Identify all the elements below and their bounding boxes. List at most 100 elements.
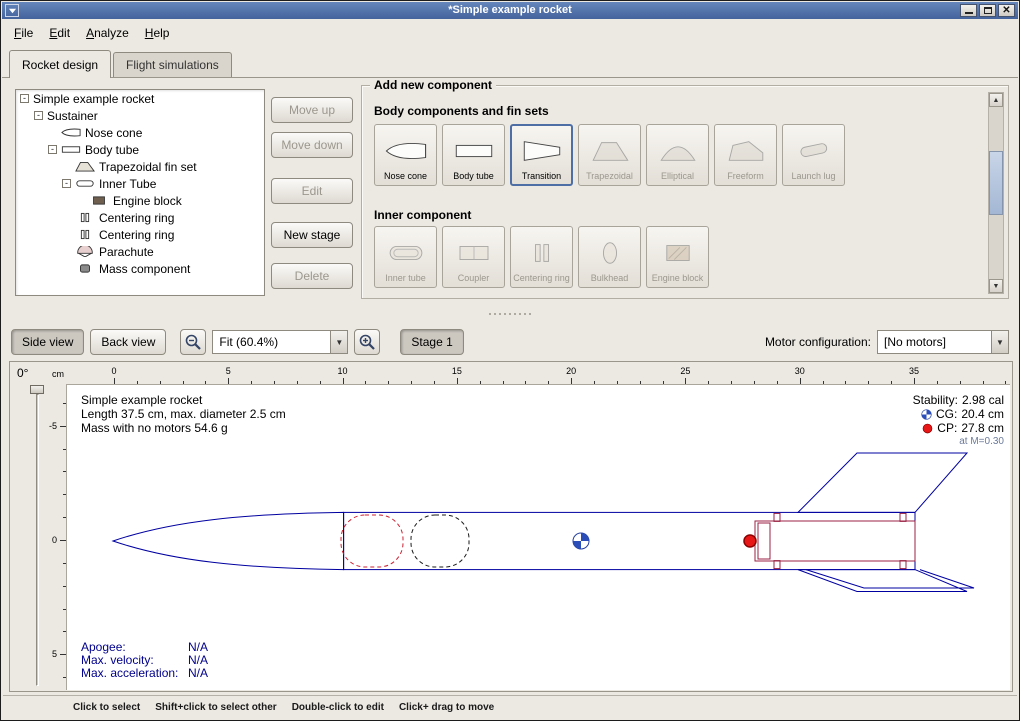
- tree-item-inner-tube[interactable]: -Inner Tube: [16, 175, 264, 192]
- stage-1-button[interactable]: Stage 1: [400, 329, 463, 355]
- component-button-elliptical[interactable]: Elliptical: [646, 124, 709, 186]
- scroll-up-icon[interactable]: ▲: [989, 93, 1003, 107]
- component-button-launch-lug[interactable]: Launch lug: [782, 124, 845, 186]
- component-button-centering-ring[interactable]: Centering ring: [510, 226, 573, 288]
- add-component-panel: Add new component Body components and fi…: [361, 85, 1009, 299]
- scrollbar-thumb[interactable]: [989, 151, 1003, 215]
- launchlug-icon: [791, 129, 837, 172]
- component-button-transition[interactable]: Transition: [510, 124, 573, 186]
- status-hint: Shift+click to select other: [155, 702, 276, 713]
- new-stage-button[interactable]: New stage: [271, 222, 353, 248]
- finset-icon: [75, 161, 95, 172]
- zoom-in-button[interactable]: [354, 329, 380, 355]
- component-button-engine-block[interactable]: Engine block: [646, 226, 709, 288]
- centering-ring-front-top: [774, 513, 780, 521]
- cp-row: CP: 27.8 cm: [913, 421, 1004, 435]
- zoom-in-icon: [358, 333, 376, 351]
- rotation-slider[interactable]: [36, 394, 39, 686]
- tree-item-label: Sustainer: [47, 109, 98, 123]
- ruler-number: 10: [338, 366, 348, 376]
- ruler-unit-label: cm: [52, 369, 64, 379]
- component-button-coupler[interactable]: Coupler: [442, 226, 505, 288]
- cp-marker: [744, 535, 756, 547]
- tree-expander-icon[interactable]: -: [48, 145, 57, 154]
- tab-flight-simulations[interactable]: Flight simulations: [113, 52, 232, 77]
- tree-item-simple-example-rocket[interactable]: -Simple example rocket: [16, 90, 264, 107]
- ruler-number: 5: [52, 649, 57, 659]
- edit-button[interactable]: Edit: [271, 178, 353, 204]
- tree-item-nose-cone[interactable]: Nose cone: [16, 124, 264, 141]
- move-up-button[interactable]: Move up: [271, 97, 353, 123]
- scroll-down-icon[interactable]: ▼: [989, 279, 1003, 293]
- close-button[interactable]: ✕: [998, 4, 1015, 17]
- title-bar[interactable]: *Simple example rocket ✕: [2, 2, 1018, 19]
- delete-button[interactable]: Delete: [271, 263, 353, 289]
- tree-item-label: Parachute: [99, 245, 154, 259]
- tree-item-engine-block[interactable]: Engine block: [16, 192, 264, 209]
- flight-row-max-acceleration: Max. acceleration:N/A: [81, 667, 208, 680]
- minimize-button[interactable]: [960, 4, 977, 17]
- status-hint: Click+ drag to move: [399, 702, 494, 713]
- tree-item-centering-ring[interactable]: Centering ring: [16, 209, 264, 226]
- freeform-icon: [723, 129, 769, 172]
- component-button-body-tube[interactable]: Body tube: [442, 124, 505, 186]
- engineblock-icon: [89, 195, 109, 206]
- vertical-ruler: -505: [48, 384, 66, 690]
- tree-item-label: Trapezoidal fin set: [99, 160, 197, 174]
- tree-item-centering-ring[interactable]: Centering ring: [16, 226, 264, 243]
- chevron-down-icon[interactable]: ▼: [991, 331, 1008, 353]
- tree-item-trapezoidal-fin-set[interactable]: Trapezoidal fin set: [16, 158, 264, 175]
- maximize-button[interactable]: [979, 4, 996, 17]
- tree-item-label: Centering ring: [99, 211, 174, 225]
- window-title: *Simple example rocket: [2, 4, 1018, 16]
- bodytube-icon: [61, 144, 81, 155]
- component-button-trapezoidal[interactable]: Trapezoidal: [578, 124, 641, 186]
- menu-file[interactable]: File: [6, 22, 41, 44]
- motor-config-select[interactable]: [No motors] ▼: [877, 330, 1009, 354]
- menu-help[interactable]: Help: [137, 22, 178, 44]
- component-button-nose-cone[interactable]: Nose cone: [374, 124, 437, 186]
- tree-item-mass-component[interactable]: Mass component: [16, 260, 264, 277]
- fin-upper-shape: [798, 453, 967, 512]
- tree-expander-icon[interactable]: -: [62, 179, 71, 188]
- zoom-select[interactable]: Fit (60.4%) ▼: [212, 330, 348, 354]
- menu-analyze[interactable]: Analyze: [78, 22, 137, 44]
- component-scrollbar[interactable]: ▲ ▼: [988, 92, 1004, 294]
- rotation-slider-handle[interactable]: [30, 385, 44, 394]
- rocket-name-line: Simple example rocket: [81, 393, 286, 407]
- coupler-icon: [451, 231, 497, 274]
- tree-item-body-tube[interactable]: - Body tube: [16, 141, 264, 158]
- ruler-number: 5: [226, 366, 231, 376]
- tree-item-label: Body tube: [85, 143, 139, 157]
- component-button-inner-tube[interactable]: Inner tube: [374, 226, 437, 288]
- tree-item-sustainer[interactable]: -Sustainer: [16, 107, 264, 124]
- back-view-button[interactable]: Back view: [90, 329, 166, 355]
- move-down-button[interactable]: Move down: [271, 132, 353, 158]
- rocket-figure-panel: 0° cm 05101520253035 -505: [9, 361, 1013, 692]
- tree-item-parachute[interactable]: Parachute: [16, 243, 264, 260]
- chevron-down-icon[interactable]: ▼: [330, 331, 347, 353]
- cg-value: 20.4 cm: [961, 407, 1004, 421]
- splitter-handle[interactable]: [1, 308, 1019, 320]
- tree-expander-icon[interactable]: -: [20, 94, 29, 103]
- centeringring-icon: [75, 229, 95, 240]
- rocket-mass-line: Mass with no motors 54.6 g: [81, 421, 286, 435]
- tree-expander-icon[interactable]: -: [34, 111, 43, 120]
- zoom-out-icon: [184, 333, 202, 351]
- menu-edit[interactable]: Edit: [41, 22, 78, 44]
- component-button-bulkhead[interactable]: Bulkhead: [578, 226, 641, 288]
- add-component-title: Add new component: [370, 78, 496, 92]
- mach-label: at M=0.30: [913, 435, 1004, 449]
- tree-item-label: Centering ring: [99, 228, 174, 242]
- nosecone-icon: [383, 129, 429, 172]
- centering-ring-front-bottom: [774, 561, 780, 569]
- component-button-label: Coupler: [458, 274, 490, 284]
- zoom-out-button[interactable]: [180, 329, 206, 355]
- rocket-canvas[interactable]: Simple example rocket Length 37.5 cm, ma…: [66, 384, 1010, 690]
- nose-cone-shape: [113, 512, 344, 569]
- side-view-button[interactable]: Side view: [11, 329, 84, 355]
- design-tree[interactable]: -Simple example rocket-SustainerNose con…: [15, 89, 265, 296]
- stability-info: Stability: 2.98 cal CG: 20.4 cm CP: 27.8…: [913, 393, 1004, 449]
- tab-rocket-design[interactable]: Rocket design: [9, 50, 111, 78]
- component-button-freeform[interactable]: Freeform: [714, 124, 777, 186]
